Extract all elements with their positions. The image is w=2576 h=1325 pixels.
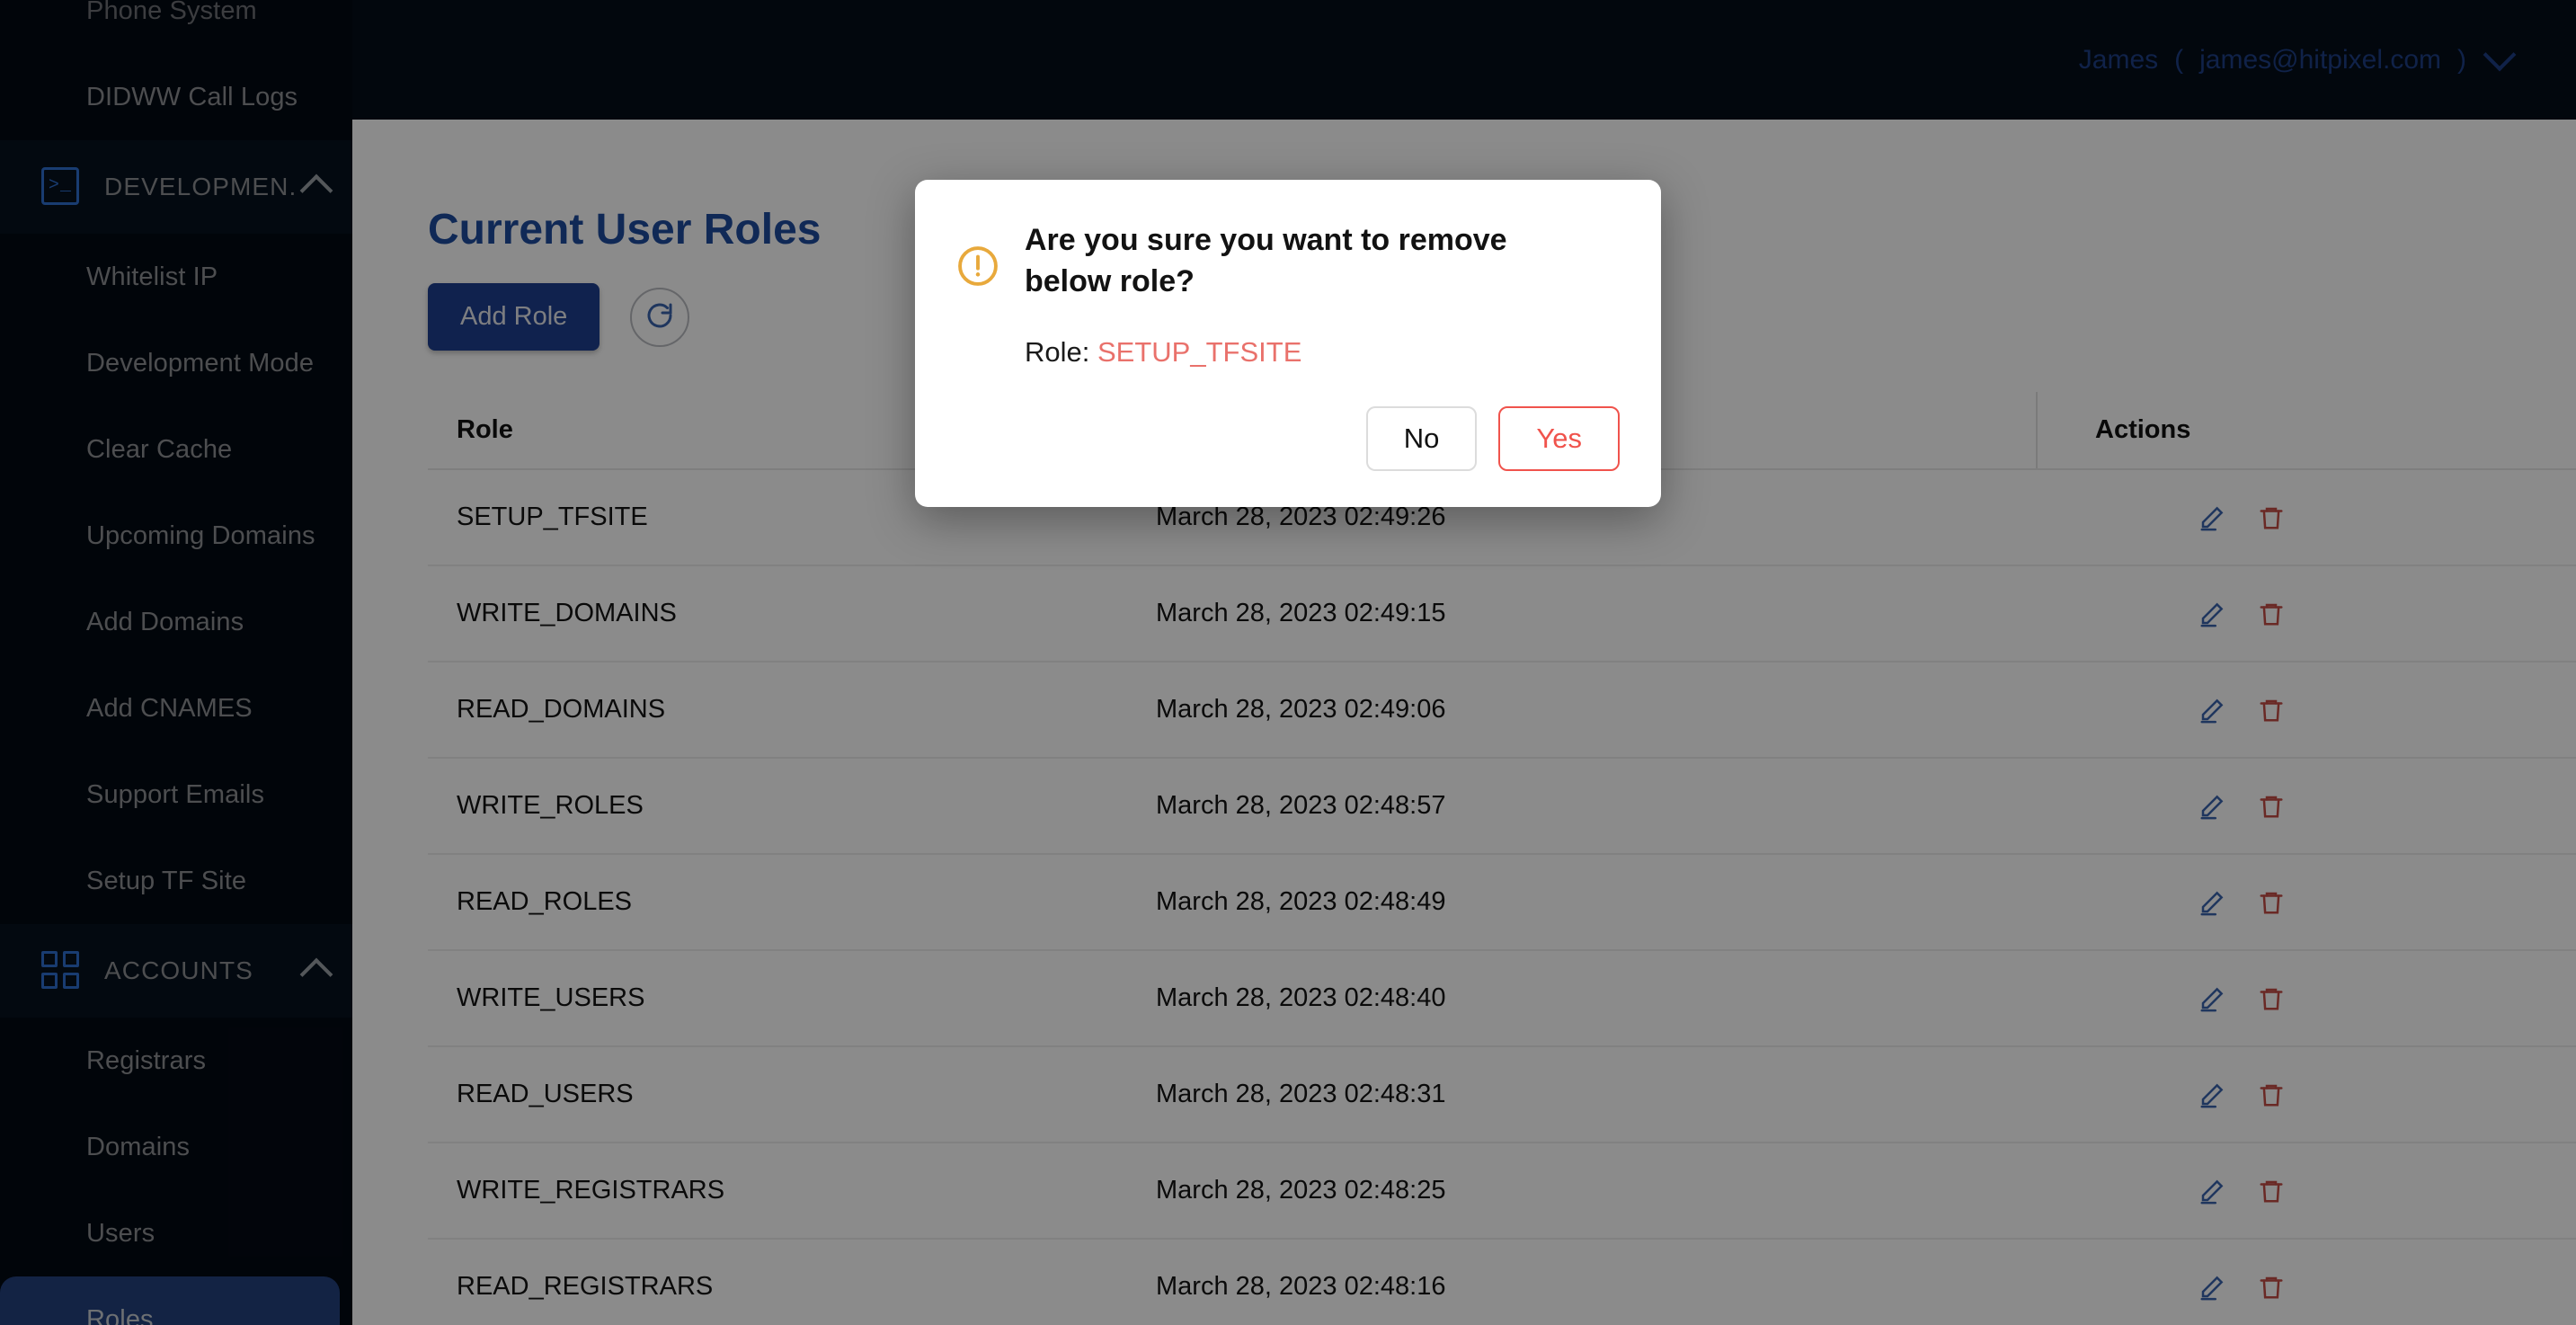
dialog-role-line: Role: SETUP_TFSITE (1025, 336, 1620, 369)
app-root: Phone System DIDWW Call Logs >_ DEVELOPM… (0, 0, 2576, 1325)
dialog-actions: No Yes (1025, 406, 1620, 472)
role-label: Role: (1025, 336, 1090, 369)
role-value: SETUP_TFSITE (1097, 336, 1302, 369)
yes-button[interactable]: Yes (1498, 406, 1620, 472)
no-button[interactable]: No (1365, 406, 1478, 472)
dialog-title: Are you sure you want to remove below ro… (1025, 223, 1507, 299)
confirm-remove-role-dialog: Are you sure you want to remove below ro… (915, 180, 1661, 508)
warning-exclamation-icon (955, 243, 1001, 471)
